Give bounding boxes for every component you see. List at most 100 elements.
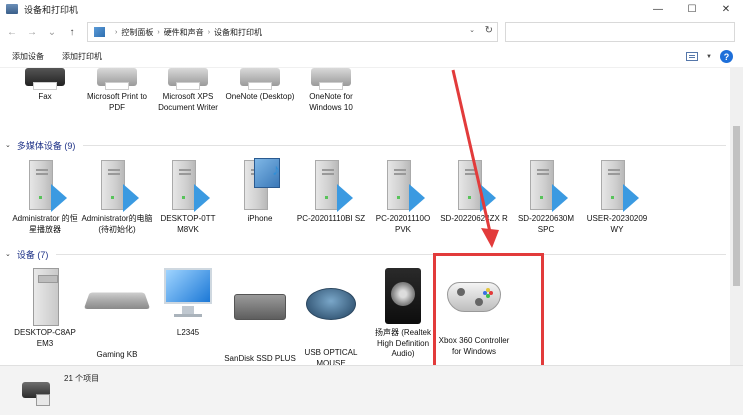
item-label: SanDisk SSD PLUS 480GB — [224, 354, 296, 365]
item-label: Fax — [38, 92, 52, 101]
add-printer-button[interactable]: 添加打印机 — [62, 51, 102, 62]
device-item[interactable]: Gaming KB — [81, 268, 153, 361]
printer-icon — [166, 68, 210, 92]
recent-locations-button[interactable]: ⌄ — [44, 24, 60, 40]
media-device-item[interactable]: SD-20220630M SPC — [510, 158, 582, 235]
group-header-multimedia[interactable]: ⌄ 多媒体设备 (9) — [0, 138, 730, 152]
media-device-item[interactable]: PC-20201110BI SZ — [295, 158, 367, 225]
chevron-down-icon[interactable]: ⌄ — [5, 250, 11, 258]
printer-item[interactable]: Fax — [9, 68, 81, 103]
media-device-item[interactable]: DESKTOP-0TT M8VK — [152, 158, 224, 235]
item-label: 扬声器 (Realtek High Definition Audio) — [374, 328, 431, 358]
command-bar: 添加设备 添加打印机 ▼ ? — [0, 46, 743, 68]
media-player-icon: ♪ — [238, 158, 282, 214]
media-device-item[interactable]: Administrator 的恒星播放器 — [9, 158, 81, 235]
speaker-icon — [367, 268, 439, 328]
printer-item[interactable]: Microsoft Print to PDF — [81, 68, 153, 113]
search-input[interactable] — [505, 22, 735, 42]
item-label: PC-20201110O PVK — [375, 214, 431, 234]
item-label: OneNote (Desktop) — [225, 92, 295, 101]
title-bar: 设备和打印机 — ☐ ✕ — [0, 0, 743, 18]
control-panel-icon — [94, 27, 105, 37]
devices-printers-icon — [6, 4, 18, 14]
devices-printers-icon — [20, 374, 52, 408]
media-server-icon — [452, 158, 496, 214]
devices-content: Fax Microsoft Print to PDF Microsoft XPS… — [0, 68, 730, 365]
item-label: SD-20220624ZX R — [440, 214, 508, 223]
scrollbar-thumb[interactable] — [733, 126, 740, 286]
monitor-icon — [152, 268, 224, 328]
item-label: Microsoft Print to PDF — [86, 92, 147, 112]
chevron-down-icon[interactable]: ⌄ — [5, 141, 11, 149]
media-device-item[interactable]: PC-20201110O PVK — [367, 158, 439, 235]
status-bar: 21 个项目 — [0, 365, 743, 415]
media-server-icon — [381, 158, 425, 214]
group-divider — [83, 144, 726, 146]
vertical-scrollbar[interactable] — [730, 68, 743, 365]
highlight-box — [433, 253, 544, 369]
item-label: Administrator 的恒星播放器 — [12, 214, 78, 234]
breadcrumb-separator-icon[interactable]: › — [115, 29, 117, 36]
item-label: DESKTOP-0TT M8VK — [160, 214, 216, 234]
media-device-item[interactable]: SD-20220624ZX R — [438, 158, 510, 225]
item-label: DESKTOP-C8AP EM3 — [14, 328, 76, 348]
device-item[interactable]: SanDisk SSD PLUS 480GB — [224, 268, 296, 365]
breadcrumb-hardware-sound[interactable]: 硬件和声音 — [164, 27, 204, 38]
printer-item[interactable]: OneNote (Desktop) — [224, 68, 296, 103]
device-item[interactable]: L2345 — [152, 268, 224, 339]
chevron-down-icon[interactable]: ⌄ — [469, 26, 475, 34]
item-label: USER-20230209 WY — [586, 214, 648, 234]
breadcrumb-separator-icon[interactable]: › — [157, 29, 159, 36]
refresh-icon[interactable]: ↻ — [485, 25, 493, 36]
printer-icon — [95, 68, 139, 92]
item-label: OneNote for Windows 10 — [309, 92, 353, 112]
help-icon[interactable]: ? — [720, 50, 733, 63]
item-label: Gaming KB — [96, 350, 138, 359]
minimize-button[interactable]: — — [641, 0, 675, 18]
group-divider — [56, 253, 726, 255]
view-icon[interactable] — [686, 52, 699, 61]
item-count: 21 个项目 — [64, 374, 100, 383]
printer-item[interactable]: OneNote for Windows 10 — [295, 68, 367, 113]
device-item[interactable]: DESKTOP-C8AP EM3 — [9, 268, 81, 349]
item-label: USB OPTICAL MOUSE — [304, 348, 358, 365]
media-server-icon — [166, 158, 210, 214]
window-title: 设备和打印机 — [24, 4, 79, 15]
desktop-computer-icon — [25, 268, 65, 328]
printer-item[interactable]: Microsoft XPS Document Writer — [152, 68, 224, 113]
media-device-item[interactable]: Administrator的电脑(待初始化) — [81, 158, 153, 235]
media-device-item[interactable]: ♪ iPhone — [224, 158, 296, 225]
view-options: ▼ ? — [686, 50, 733, 63]
item-label: Microsoft XPS Document Writer — [158, 92, 218, 112]
item-label: iPhone — [247, 214, 273, 223]
group-title: 设备 (7) — [16, 249, 49, 260]
window-controls: — ☐ ✕ — [641, 0, 743, 18]
breadcrumb-separator-icon[interactable]: › — [208, 29, 210, 36]
printer-icon — [238, 68, 282, 92]
up-button[interactable]: ↑ — [64, 24, 80, 40]
group-title: 多媒体设备 (9) — [16, 140, 76, 151]
media-server-icon — [309, 158, 353, 214]
add-device-button[interactable]: 添加设备 — [12, 51, 44, 62]
keyboard-icon — [81, 290, 153, 350]
device-item[interactable]: USB OPTICAL MOUSE — [295, 268, 367, 365]
breadcrumb-devices-printers[interactable]: 设备和打印机 — [214, 27, 262, 38]
media-server-icon — [23, 158, 67, 214]
forward-button[interactable]: → — [24, 24, 40, 40]
close-button[interactable]: ✕ — [709, 0, 743, 18]
device-item[interactable]: 扬声器 (Realtek High Definition Audio) — [367, 268, 439, 360]
item-label: L2345 — [176, 328, 200, 337]
group-header-devices[interactable]: ⌄ 设备 (7) — [0, 247, 730, 261]
media-server-icon — [95, 158, 139, 214]
media-device-item[interactable]: USER-20230209 WY — [581, 158, 653, 235]
chevron-down-icon[interactable]: ▼ — [706, 54, 712, 60]
media-server-icon — [524, 158, 568, 214]
breadcrumb-control-panel[interactable]: 控制面板 — [121, 27, 153, 38]
breadcrumb[interactable]: › 控制面板 › 硬件和声音 › 设备和打印机 ⌄ ↻ — [87, 22, 498, 42]
maximize-button[interactable]: ☐ — [675, 0, 709, 18]
address-bar: ← → ⌄ ↑ › 控制面板 › 硬件和声音 › 设备和打印机 ⌄ ↻ — [0, 18, 743, 46]
mouse-icon — [295, 288, 367, 348]
printer-icon — [309, 68, 353, 92]
back-button[interactable]: ← — [4, 24, 20, 40]
media-server-icon — [595, 158, 639, 214]
